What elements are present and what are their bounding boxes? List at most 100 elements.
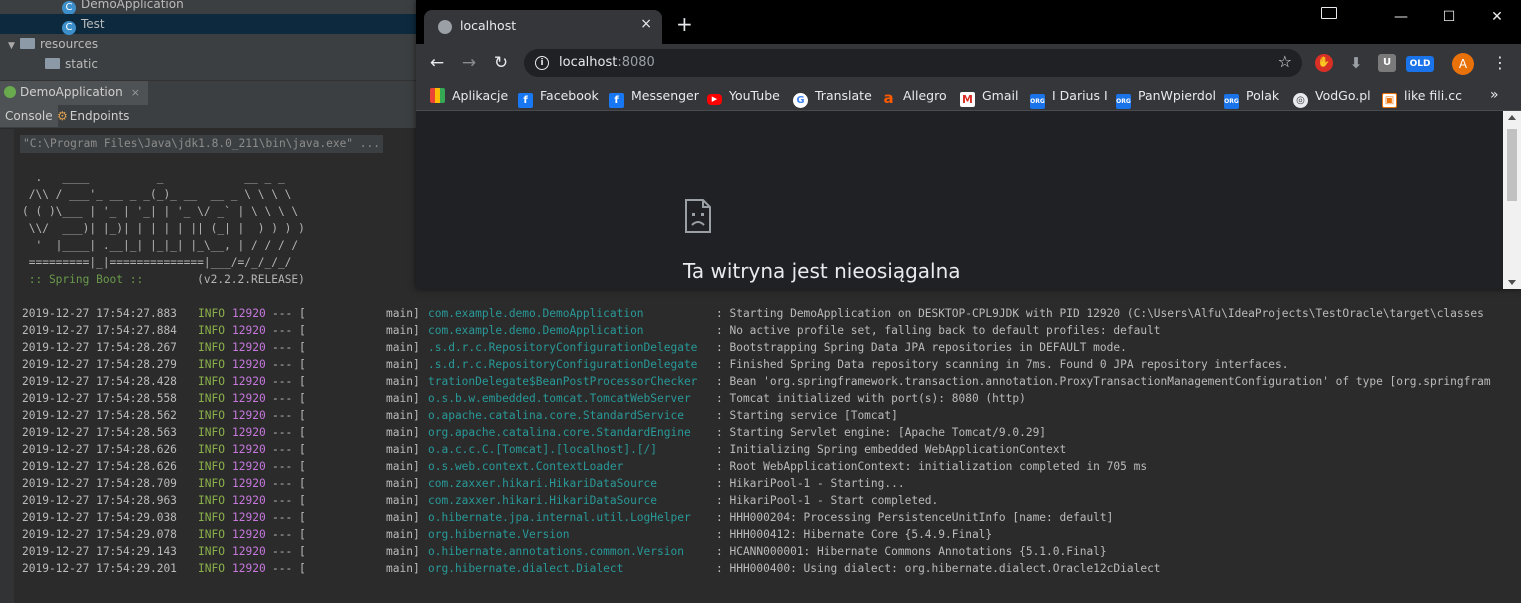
bookmark-messenger[interactable]: f Messenger xyxy=(609,87,699,108)
facebook-icon: f xyxy=(609,93,624,108)
folder-icon xyxy=(20,38,35,49)
spring-boot-version: :: Spring Boot :: (v2.2.2.RELEASE) xyxy=(22,273,305,286)
close-tab-icon[interactable]: × xyxy=(640,16,652,32)
banner-line: =========|_|==============|___/=/_/_/_/ xyxy=(22,256,292,269)
url-text[interactable]: localhost:8080 xyxy=(559,55,655,70)
bookmark-aplikacje[interactable]: Aplikacje xyxy=(430,87,508,105)
log-ts: 2019-12-27 17:54:29.078 xyxy=(22,528,177,541)
bookmark-panwpierdol[interactable]: ORG PanWpierdol xyxy=(1116,87,1216,109)
run-command: "C:\Program Files\Java\jdk1.8.0_211\bin\… xyxy=(20,135,383,153)
log-sep: --- [ xyxy=(272,511,306,524)
back-button[interactable]: ← xyxy=(426,52,448,74)
run-tab[interactable]: DemoApplication × xyxy=(0,81,148,105)
profile-avatar[interactable]: A xyxy=(1452,53,1474,75)
log-logger[interactable]: trationDelegate$BeanPostProcessorChecker xyxy=(428,373,697,390)
bookmark-site-icon: ORG xyxy=(1224,94,1239,109)
info-icon[interactable]: i xyxy=(535,56,549,70)
log-thread: main] xyxy=(386,392,420,405)
log-logger[interactable]: com.example.demo.DemoApplication xyxy=(428,322,644,339)
browser-toolbar: ← → ↻ i localhost:8080 ☆ ✋ ⬇ U OLD A ⋮ xyxy=(416,44,1521,82)
scroll-down-arrow-icon[interactable] xyxy=(1508,280,1516,285)
log-ts: 2019-12-27 17:54:29.143 xyxy=(22,545,177,558)
log-logger[interactable]: .s.d.r.c.RepositoryConfigurationDelegate xyxy=(428,339,697,356)
more-bookmarks-icon[interactable]: » xyxy=(1490,87,1499,103)
log-logger[interactable]: org.hibernate.dialect.Dialect xyxy=(428,560,623,577)
bookmark-allegro[interactable]: a Allegro xyxy=(881,87,946,107)
log-level: INFO xyxy=(198,375,225,388)
page-scrollbar[interactable] xyxy=(1503,111,1521,289)
bookmark-polak[interactable]: ORG Polak xyxy=(1224,87,1279,109)
adblock-extension-icon[interactable]: ✋ xyxy=(1315,54,1333,72)
log-level: INFO xyxy=(198,460,225,473)
log-thread: main] xyxy=(386,562,420,575)
close-icon[interactable]: × xyxy=(131,86,140,99)
bookmark-translate[interactable]: G Translate xyxy=(793,87,872,108)
forward-button[interactable]: → xyxy=(458,52,480,74)
log-ts: 2019-12-27 17:54:28.428 xyxy=(22,375,177,388)
log-pid: 12920 xyxy=(232,494,266,507)
bookmark-vodgo[interactable]: ◎ VodGo.pl xyxy=(1293,87,1371,108)
bookmark-site-icon: ORG xyxy=(1030,94,1045,109)
log-logger[interactable]: o.s.web.context.ContextLoader xyxy=(428,458,623,475)
minimize-button[interactable]: — xyxy=(1378,6,1424,28)
more-menu-icon[interactable]: ⋮ xyxy=(1492,52,1508,74)
tab-localhost[interactable]: localhost × xyxy=(424,10,662,44)
log-logger[interactable]: com.zaxxer.hikari.HikariDataSource xyxy=(428,475,657,492)
maximize-button[interactable]: ☐ xyxy=(1426,6,1472,28)
scroll-up-arrow-icon[interactable] xyxy=(1508,115,1516,120)
log-logger[interactable]: .s.d.r.c.RepositoryConfigurationDelegate xyxy=(428,356,697,373)
log-pid: 12920 xyxy=(232,528,266,541)
bookmark-star-icon[interactable]: ☆ xyxy=(1278,52,1292,71)
project-tree: C DemoApplication C Test ▼ resources static xyxy=(0,0,420,80)
extension-u-icon[interactable]: U xyxy=(1378,54,1396,72)
log-pid: 12920 xyxy=(232,477,266,490)
log-sep: --- [ xyxy=(272,341,306,354)
log-sep: --- [ xyxy=(272,443,306,456)
bookmark-gmail[interactable]: M Gmail xyxy=(960,87,1018,107)
log-sep: --- [ xyxy=(272,409,306,422)
allegro-icon: a xyxy=(883,89,894,107)
log-pid: 12920 xyxy=(232,392,266,405)
log-logger[interactable]: o.apache.catalina.core.StandardService xyxy=(428,407,684,424)
tab-endpoints[interactable]: ⚙ Endpoints xyxy=(52,105,134,127)
bookmark-facebook[interactable]: f Facebook xyxy=(518,87,599,108)
log-logger[interactable]: org.hibernate.Version xyxy=(428,526,569,543)
bookmark-likefili[interactable]: ▣ like fili.cc xyxy=(1382,87,1462,108)
cast-icon[interactable] xyxy=(1321,7,1337,19)
tree-item-static[interactable]: static xyxy=(45,54,98,74)
log-logger[interactable]: o.a.c.c.C.[Tomcat].[localhost].[/] xyxy=(428,441,657,458)
tab-console[interactable]: Console xyxy=(0,105,58,127)
scroll-thumb[interactable] xyxy=(1507,129,1517,201)
log-msg: : Root WebApplicationContext: initializa… xyxy=(716,460,1148,473)
bookmark-darius[interactable]: ORG I Darius I xyxy=(1030,87,1108,109)
log-ts: 2019-12-27 17:54:27.884 xyxy=(22,324,177,337)
log-ts: 2019-12-27 17:54:27.883 xyxy=(22,307,177,320)
close-window-button[interactable]: ✕ xyxy=(1474,6,1520,28)
log-thread: main] xyxy=(386,511,420,524)
bookmark-youtube[interactable]: ▶ YouTube xyxy=(707,87,780,105)
log-logger[interactable]: o.hibernate.jpa.internal.util.LogHelper xyxy=(428,509,691,526)
log-logger[interactable]: com.zaxxer.hikari.HikariDataSource xyxy=(428,492,657,509)
folder-icon xyxy=(45,58,60,69)
bookmark-site-icon: ORG xyxy=(1116,94,1131,109)
tree-item-test[interactable]: C Test xyxy=(0,14,420,35)
log-level: INFO xyxy=(198,324,225,337)
log-logger[interactable]: org.apache.catalina.core.StandardEngine xyxy=(428,424,691,441)
reload-button[interactable]: ↻ xyxy=(490,52,512,74)
log-sep: --- [ xyxy=(272,324,306,337)
tree-item-resources[interactable]: ▼ resources xyxy=(8,34,98,54)
address-bar[interactable]: i localhost:8080 ☆ xyxy=(524,49,1302,77)
bookmark-site-icon: ▣ xyxy=(1382,93,1397,108)
expand-arrow-icon[interactable]: ▼ xyxy=(8,36,20,56)
log-msg: : HikariPool-1 - Starting... xyxy=(716,477,905,490)
log-sep: --- [ xyxy=(272,545,306,558)
new-tab-button[interactable]: + xyxy=(676,14,693,34)
log-logger[interactable]: o.s.b.w.embedded.tomcat.TomcatWebServer xyxy=(428,390,691,407)
download-extension-icon[interactable]: ⬇ xyxy=(1347,54,1365,72)
tree-item-demoapplication[interactable]: C DemoApplication xyxy=(62,0,184,15)
log-logger[interactable]: com.example.demo.DemoApplication xyxy=(428,305,644,322)
old-extension-icon[interactable]: OLD xyxy=(1406,56,1434,72)
log-logger[interactable]: o.hibernate.annotations.common.Version xyxy=(428,543,684,560)
log-level: INFO xyxy=(198,409,225,422)
log-pid: 12920 xyxy=(232,460,266,473)
